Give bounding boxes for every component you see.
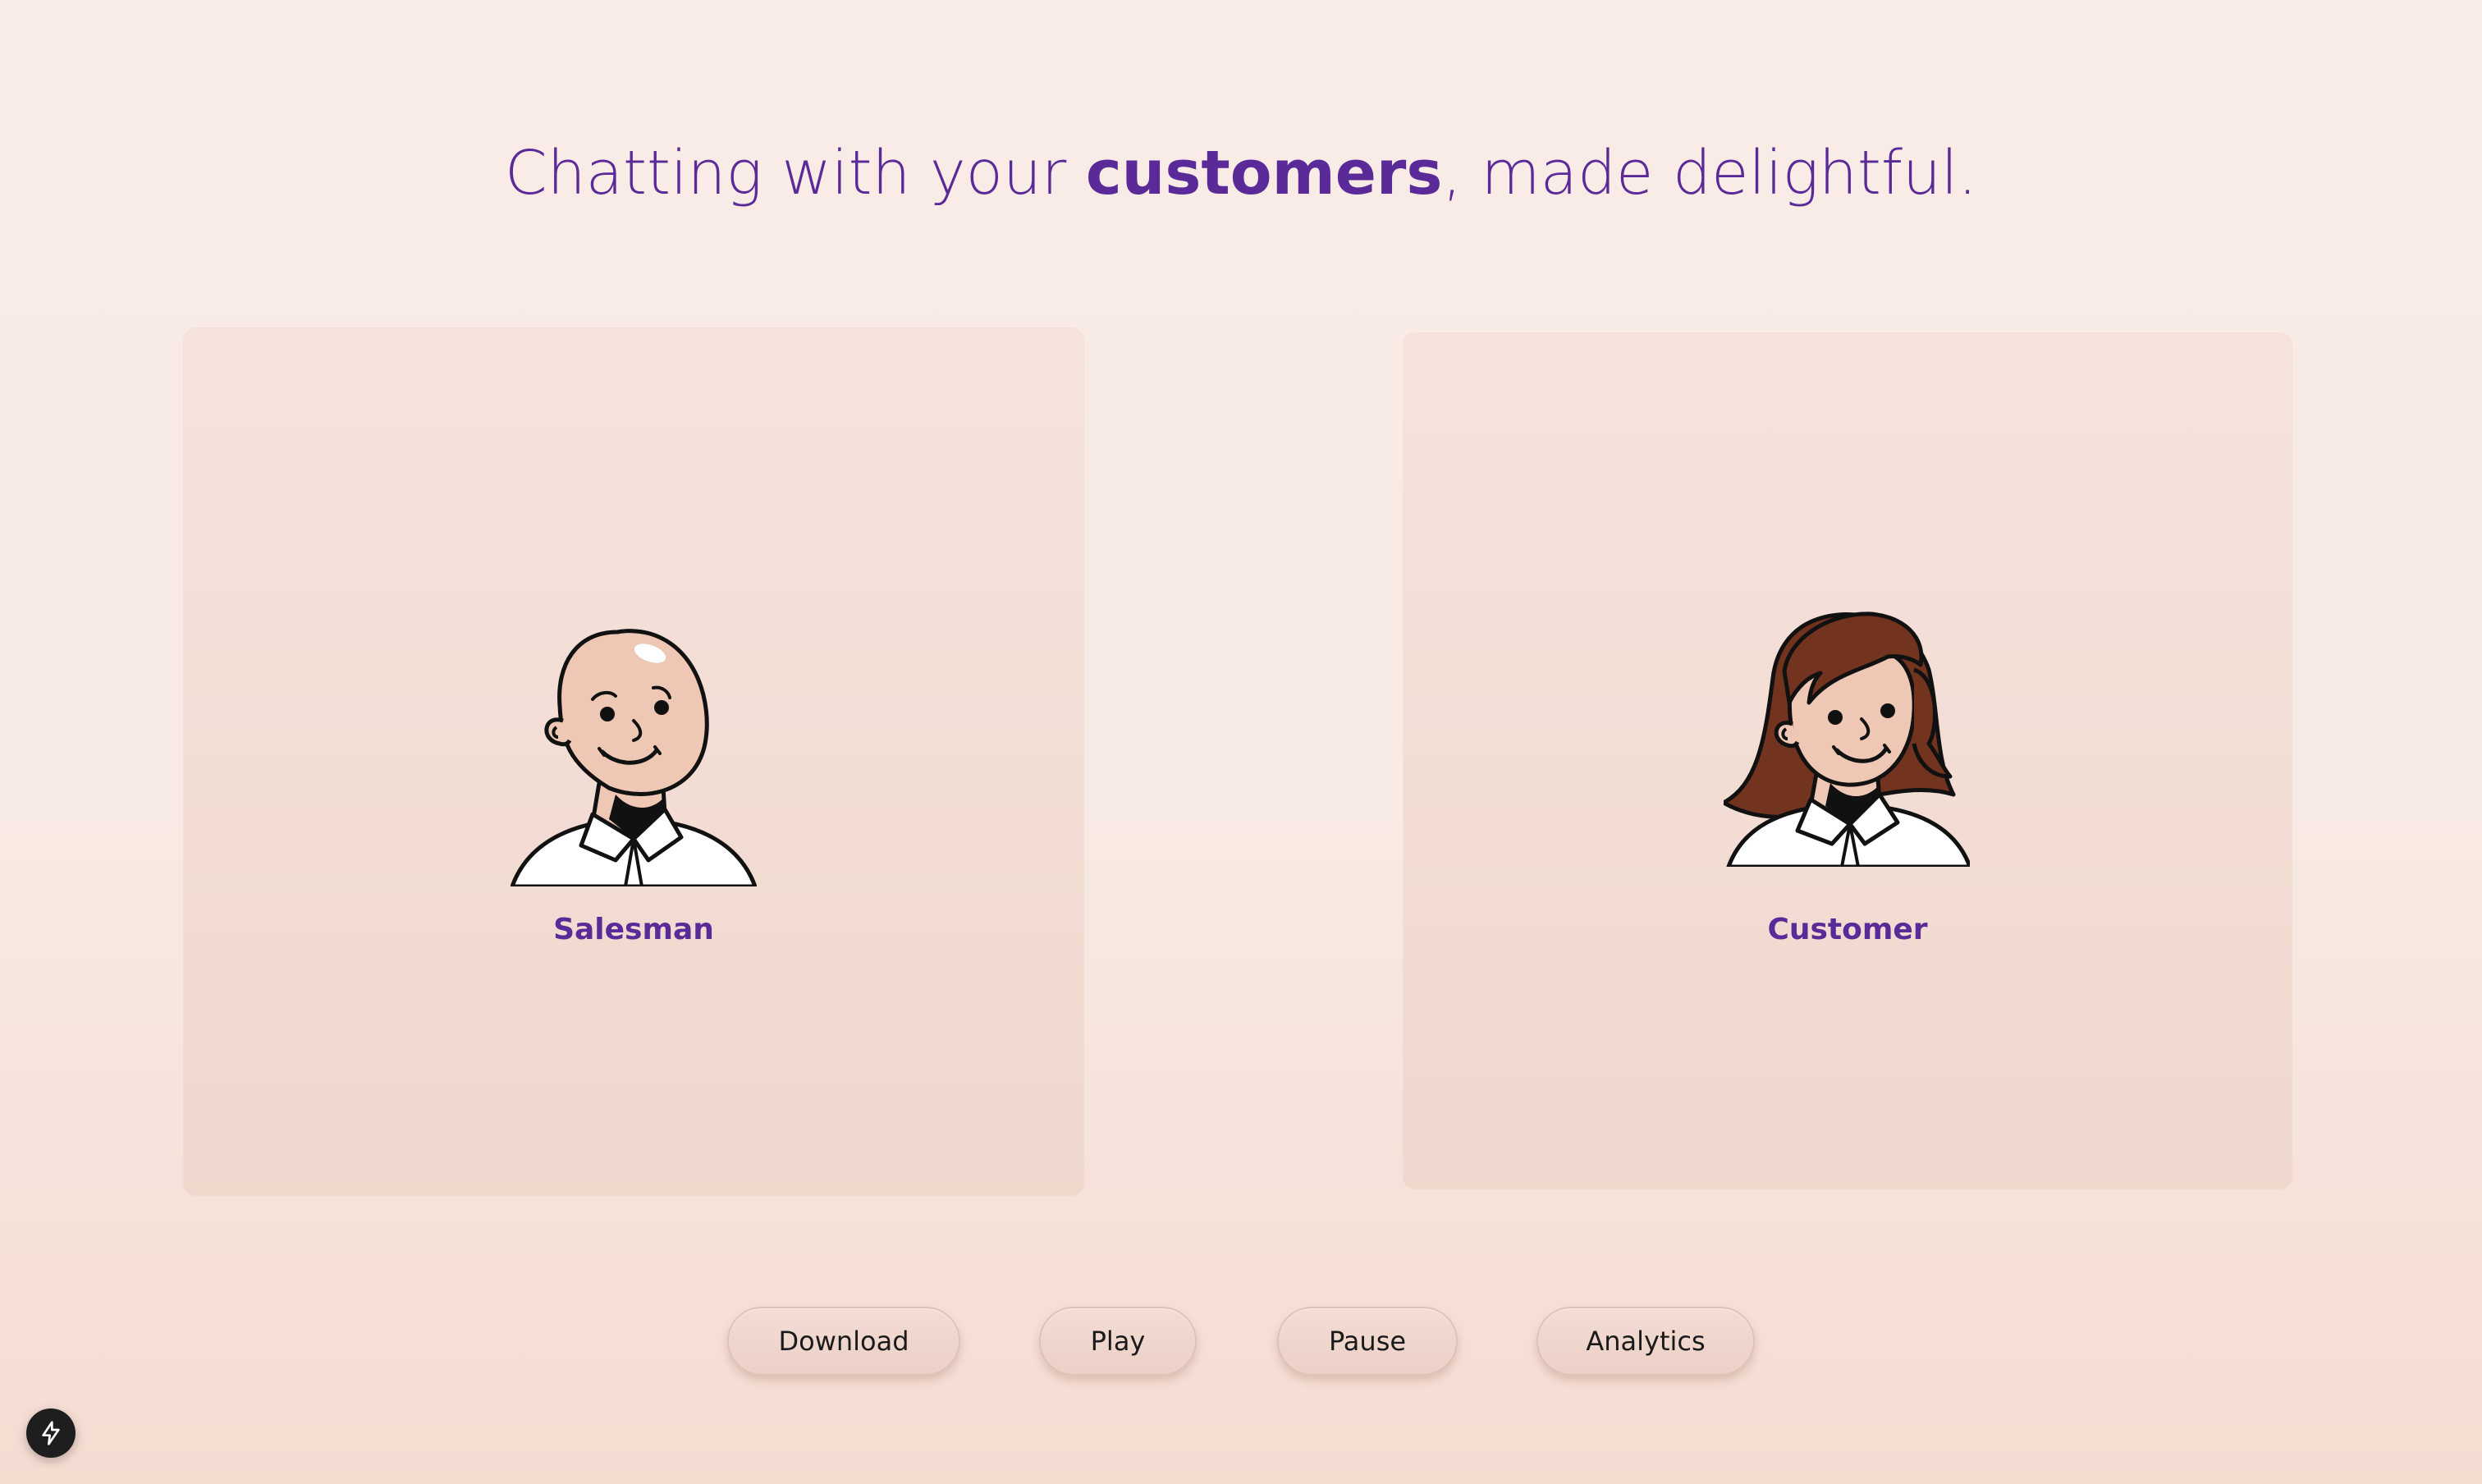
analytics-button[interactable]: Analytics [1536, 1307, 1755, 1376]
pause-button[interactable]: Pause [1277, 1307, 1458, 1376]
salesman-label: Salesman [553, 913, 714, 946]
headline-emphasis: customers [1085, 137, 1443, 208]
bald-man-avatar-icon [511, 599, 757, 886]
customer-label: Customer [1767, 913, 1928, 946]
customer-card: Customer [1404, 333, 2292, 1189]
lightning-bolt-icon[interactable] [26, 1408, 76, 1458]
salesman-card: Salesman [184, 328, 1083, 1195]
download-button[interactable]: Download [727, 1307, 960, 1376]
headline-suffix: , made delightful. [1442, 137, 1977, 208]
play-button[interactable]: Play [1039, 1307, 1197, 1376]
page-headline: Chatting with your customers, made delig… [0, 138, 2482, 208]
woman-avatar-icon [1724, 579, 1970, 867]
headline-prefix: Chatting with your [505, 137, 1086, 208]
playback-controls: Download Play Pause Analytics [0, 1307, 2482, 1376]
